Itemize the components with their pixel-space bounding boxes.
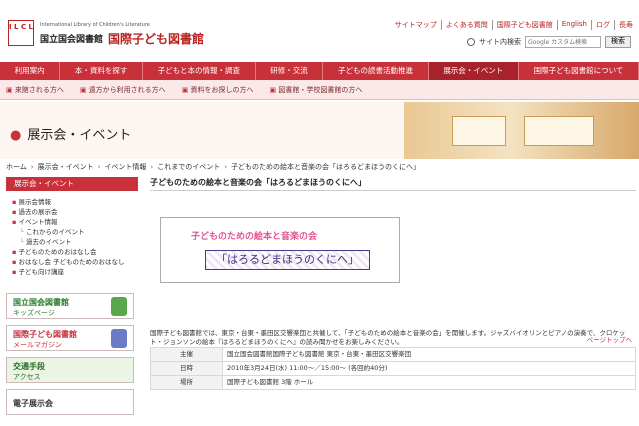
search-button[interactable]: 検索 xyxy=(605,36,631,48)
nav-search-materials[interactable]: 本・資料を探す xyxy=(60,62,144,80)
sidebar-item[interactable]: おはなし会 子どものためのおはなし xyxy=(12,257,138,267)
table-row: 日時 2010年3月24日(水) 11:00〜／15:00〜 (各回約40分) xyxy=(150,361,636,376)
nav-info-research[interactable]: 子どもと本の情報・調査 xyxy=(143,62,256,80)
sidebar-menu: 展示会情報 過去の展示会 イベント情報 これからのイベント 過去のイベント 子ど… xyxy=(6,197,138,277)
row-key: 主催 xyxy=(150,347,223,362)
section-banner: ● 展示会・イベント xyxy=(0,102,639,159)
logo-english-name: International Library of Children's Lite… xyxy=(40,22,150,28)
nav-training[interactable]: 研修・交流 xyxy=(256,62,324,80)
link-english[interactable]: English xyxy=(556,20,587,30)
poster-title: 子どものための絵本と音楽の会 xyxy=(191,232,318,242)
subnav-libraries[interactable]: 図書館・学校図書館の方へ xyxy=(270,85,362,95)
nav-about[interactable]: 国際子ども図書館について xyxy=(519,62,639,80)
sub-nav: 来館される方へ 遠方から利用される方へ 資料をお探しの方へ 図書館・学校図書館の… xyxy=(0,80,639,100)
event-info-table: 主催 国立国会図書館国際子ども図書館 東京・台東・墨田区交響楽団 日時 2010… xyxy=(150,347,636,390)
page-title: 子どものための絵本と音楽の会「はろるどまほうのくにへ」 xyxy=(150,177,636,191)
subnav-remote-users[interactable]: 遠方から利用される方へ xyxy=(80,85,166,95)
site-header: I L C L International Library of Childre… xyxy=(0,0,639,62)
banner-line1: 国際子ども図書館 xyxy=(13,330,77,339)
chevron-right-icon: › xyxy=(97,163,101,171)
search-label: サイト内検索 xyxy=(479,38,521,46)
banner-access[interactable]: 交通手段 アクセス xyxy=(6,357,134,383)
search-input[interactable] xyxy=(525,36,601,48)
section-title: ● 展示会・イベント xyxy=(10,124,131,143)
crumb-current: 子どものための絵本と音楽の会「はろるどまほうのくにへ」 xyxy=(231,163,421,171)
sidebar-item[interactable]: 子ども向け講座 xyxy=(12,267,138,277)
search-icon xyxy=(467,38,475,46)
breadcrumb: ホーム › 展示会・イベント › イベント情報 › これまでのイベント › 子どものため… xyxy=(6,161,636,173)
banner-mail-magazine[interactable]: 国際子ども図書館 メールマガジン xyxy=(6,325,134,351)
banner-photo xyxy=(404,102,639,159)
banner-digital-exhibition[interactable]: 電子展示会 xyxy=(6,389,134,415)
link-choju[interactable]: 長寿 xyxy=(614,20,633,30)
bullet-icon: ● xyxy=(10,128,22,143)
main-content: 子どものための絵本と音楽の会「はろるどまほうのくにへ」 子どものための絵本と音楽… xyxy=(150,177,636,390)
logo-org-name: 国立国会図書館 xyxy=(40,35,104,45)
chevron-right-icon: › xyxy=(224,163,228,171)
main-nav: 利用案内 本・資料を探す 子どもと本の情報・調査 研修・交流 子どもの読書活動推… xyxy=(0,62,639,80)
crumb-exhibitions[interactable]: 展示会・イベント xyxy=(38,162,94,172)
table-row: 場所 国際子ども図書館 3階 ホール xyxy=(150,375,636,390)
display-case xyxy=(452,116,506,146)
link-sitemap[interactable]: サイトマップ xyxy=(395,20,437,30)
banner-line1: 国立国会図書館 xyxy=(13,298,69,307)
utility-links: サイトマップ よくある質問 国際子ども図書館 English ログ 長寿 xyxy=(395,20,633,30)
nav-exhibitions-events[interactable]: 展示会・イベント xyxy=(428,62,519,80)
link-log[interactable]: ログ xyxy=(591,20,610,30)
subnav-visitors[interactable]: 来館される方へ xyxy=(6,85,64,95)
poster-subtitle: 「はろるどまほうのくにへ」 xyxy=(205,250,370,270)
crumb-event-info[interactable]: イベント情報 xyxy=(104,162,146,172)
sidebar: 展示会・イベント 展示会情報 過去の展示会 イベント情報 これからのイベント 過… xyxy=(6,177,138,415)
crumb-home[interactable]: ホーム xyxy=(6,162,27,172)
page-top-link[interactable]: ページトップへ xyxy=(587,334,632,344)
mascot-icon xyxy=(111,329,127,348)
event-poster: 子どものための絵本と音楽の会 「はろるどまほうのくにへ」 xyxy=(160,217,400,283)
logo-library-name[interactable]: 国際子ども図書館 xyxy=(108,30,204,47)
nav-guide[interactable]: 利用案内 xyxy=(0,62,61,80)
sidebar-item[interactable]: 子どものためのおはなし会 xyxy=(12,247,138,257)
sidebar-item[interactable]: 過去の展示会 xyxy=(12,207,138,217)
table-row: 主催 国立国会図書館国際子ども図書館 東京・台東・墨田区交響楽団 xyxy=(150,347,636,362)
banner-kids-page[interactable]: 国立国会図書館 キッズページ xyxy=(6,293,134,319)
sidebar-subitem[interactable]: 過去のイベント xyxy=(12,237,138,247)
event-description: 国際子ども図書館では、東京・台東・墨田区交響楽団と共催して、「子どものための絵本… xyxy=(150,329,626,346)
site-search: サイト内検索 検索 xyxy=(467,36,631,48)
section-title-text: 展示会・イベント xyxy=(27,128,132,143)
banner-line1: 交通手段 xyxy=(13,362,45,371)
sidebar-heading[interactable]: 展示会・イベント xyxy=(6,177,138,191)
ilcl-logo[interactable]: I L C L xyxy=(8,20,34,46)
row-key: 場所 xyxy=(150,375,223,390)
link-faq[interactable]: よくある質問 xyxy=(440,20,488,30)
banner-line2: キッズページ xyxy=(13,309,55,317)
row-key: 日時 xyxy=(150,361,223,376)
chevron-right-icon: › xyxy=(150,163,154,171)
chevron-right-icon: › xyxy=(30,163,34,171)
row-value: 国際子ども図書館 3階 ホール xyxy=(222,375,636,390)
nav-reading-promotion[interactable]: 子どもの読書活動推進 xyxy=(323,62,429,80)
sidebar-item[interactable]: イベント情報 xyxy=(12,217,138,227)
row-value: 国立国会図書館国際子ども図書館 東京・台東・墨田区交響楽団 xyxy=(222,347,636,362)
banner-line2: メールマガジン xyxy=(13,341,62,349)
banner-line2: アクセス xyxy=(13,373,41,381)
subnav-researchers[interactable]: 資料をお探しの方へ xyxy=(182,85,254,95)
link-library[interactable]: 国際子ども図書館 xyxy=(491,20,553,30)
sidebar-subitem[interactable]: これからのイベント xyxy=(12,227,138,237)
crumb-past-events[interactable]: これまでのイベント xyxy=(157,162,220,172)
sidebar-item[interactable]: 展示会情報 xyxy=(12,197,138,207)
banner-line1: 電子展示会 xyxy=(13,399,53,408)
mascot-icon xyxy=(111,297,127,316)
display-case xyxy=(524,116,594,146)
row-value: 2010年3月24日(水) 11:00〜／15:00〜 (各回約40分) xyxy=(222,361,636,376)
